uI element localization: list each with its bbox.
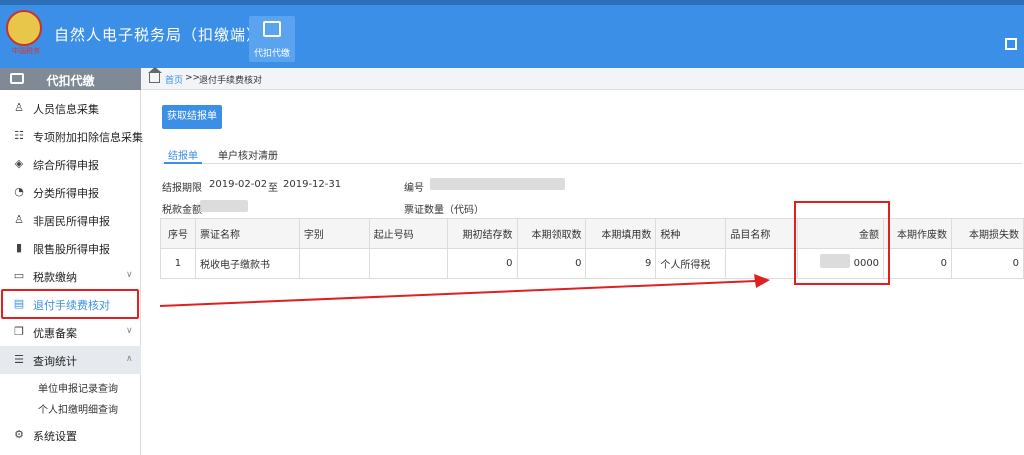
- annotation-arrow: [159, 274, 770, 307]
- arrow-shaft: [159, 280, 757, 307]
- arrow-head: [754, 274, 770, 288]
